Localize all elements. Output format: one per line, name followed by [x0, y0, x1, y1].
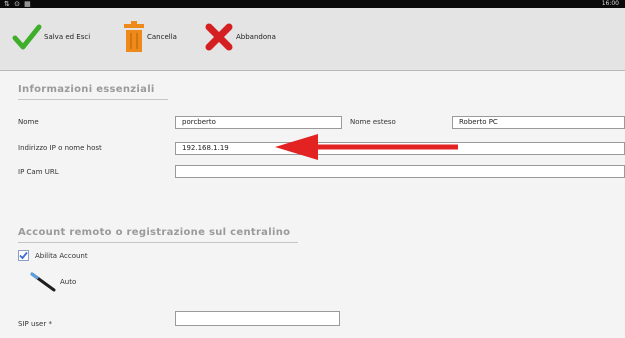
- annotation-arrow: [275, 134, 458, 160]
